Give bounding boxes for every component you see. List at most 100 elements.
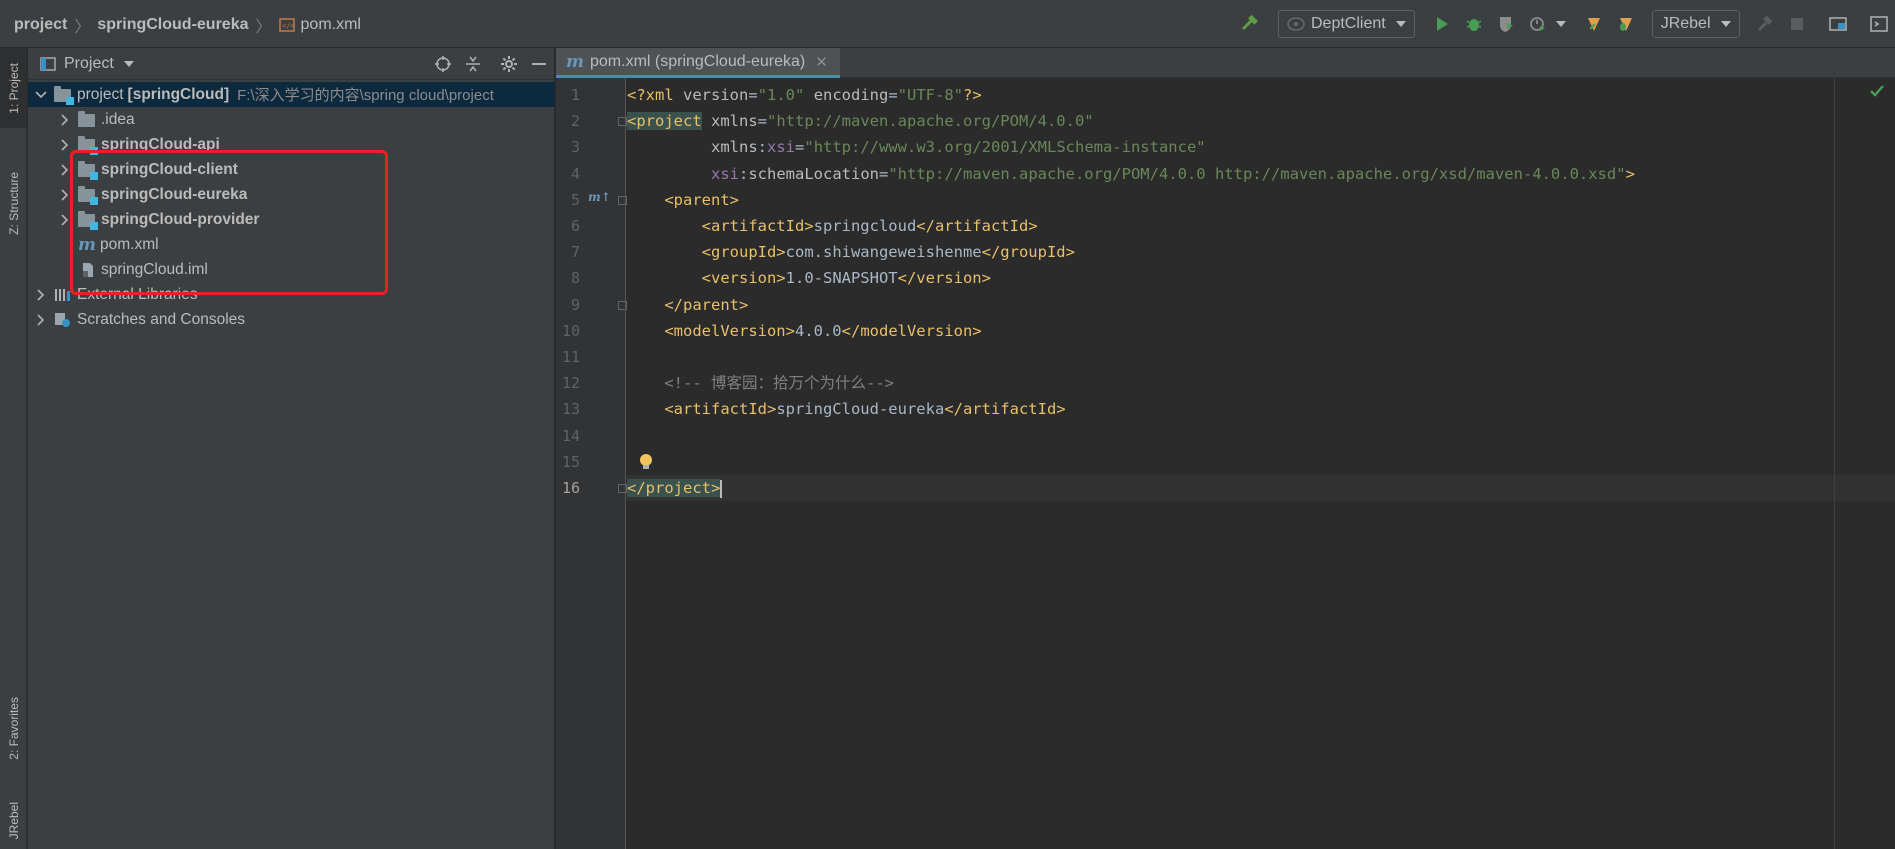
favorites-tool-tab[interactable]: 2: Favorites bbox=[0, 678, 27, 778]
code-line[interactable] bbox=[627, 423, 1895, 449]
line-number[interactable]: 2 bbox=[556, 108, 580, 134]
breadcrumb-file[interactable]: pom.xml bbox=[301, 16, 361, 34]
line-number[interactable]: 16 bbox=[556, 475, 580, 501]
hammer-disabled-icon[interactable] bbox=[1752, 11, 1778, 37]
jrebel-select[interactable]: JRebel bbox=[1651, 10, 1740, 38]
code-line[interactable]: <modelVersion>4.0.0</modelVersion> bbox=[627, 318, 1895, 344]
close-icon[interactable]: ✕ bbox=[815, 53, 828, 71]
build-hammer-icon[interactable] bbox=[1237, 11, 1263, 37]
jrebel-tool-tab[interactable]: JRebel bbox=[0, 793, 27, 849]
project-tool-tab[interactable]: 1: Project bbox=[0, 48, 27, 128]
fold-marker-icon[interactable] bbox=[618, 484, 627, 493]
stop-icon[interactable] bbox=[1784, 11, 1810, 37]
chevron-right-icon[interactable] bbox=[34, 288, 48, 302]
code-line[interactable]: </project> bbox=[627, 475, 1895, 501]
locate-file-icon[interactable] bbox=[428, 48, 458, 80]
editor-tab-pom-xml[interactable]: m pom.xml (springCloud-eureka) ✕ bbox=[556, 48, 840, 78]
no-problems-check-icon[interactable] bbox=[1869, 84, 1885, 101]
line-number[interactable]: 4 bbox=[556, 161, 580, 187]
code-line[interactable]: <project xmlns="http://maven.apache.org/… bbox=[627, 108, 1895, 134]
run-configuration-select[interactable]: DeptClient bbox=[1278, 10, 1415, 38]
debug-icon[interactable] bbox=[1461, 11, 1487, 37]
chevron-down-icon[interactable] bbox=[1554, 11, 1568, 37]
line-number[interactable]: 9 bbox=[556, 292, 580, 318]
tree-item-idea[interactable]: .idea bbox=[28, 107, 555, 132]
line-number[interactable]: 14 bbox=[556, 423, 580, 449]
line-number[interactable]: 5 bbox=[556, 187, 580, 213]
tree-item-scratches[interactable]: Scratches and Consoles bbox=[28, 307, 555, 332]
breadcrumb-module[interactable]: springCloud-eureka bbox=[97, 16, 248, 34]
line-number[interactable]: 10 bbox=[556, 318, 580, 344]
code-line[interactable]: <parent> bbox=[627, 187, 1895, 213]
line-number[interactable]: 13 bbox=[556, 396, 580, 422]
run-with-coverage-icon[interactable] bbox=[1493, 11, 1519, 37]
terminal-icon[interactable] bbox=[1866, 11, 1892, 37]
chevron-down-icon bbox=[123, 60, 134, 67]
code-line[interactable]: <?xml version="1.0" encoding="UTF-8"?> bbox=[627, 82, 1895, 108]
line-number[interactable]: 1 bbox=[556, 82, 580, 108]
favorites-tool-tab-label: 2: Favorites bbox=[6, 696, 21, 760]
jrebel-debug-icon[interactable] bbox=[1613, 11, 1639, 37]
line-number[interactable]: 7 bbox=[556, 239, 580, 265]
editor: m pom.xml (springCloud-eureka) ✕ 1234567… bbox=[556, 48, 1895, 849]
chevron-down-icon[interactable] bbox=[34, 88, 48, 102]
chevron-right-icon[interactable] bbox=[34, 313, 48, 327]
line-number[interactable]: 8 bbox=[556, 265, 580, 291]
collapse-all-icon[interactable] bbox=[458, 48, 488, 80]
maven-parent-gutter-icon[interactable]: m↑ bbox=[588, 190, 611, 204]
code-line[interactable]: <version>1.0-SNAPSHOT</version> bbox=[627, 265, 1895, 291]
code-line[interactable] bbox=[627, 344, 1895, 370]
code-line[interactable]: <artifactId>springcloud</artifactId> bbox=[627, 213, 1895, 239]
code-line[interactable]: <artifactId>springCloud-eureka</artifact… bbox=[627, 396, 1895, 422]
spring-boot-icon bbox=[1287, 17, 1305, 31]
project-panel-title: Project bbox=[64, 54, 114, 72]
tree-item-label: .idea bbox=[101, 110, 135, 128]
code-token: = bbox=[757, 112, 768, 131]
code-line[interactable] bbox=[627, 449, 1895, 475]
chevron-down-icon bbox=[1395, 21, 1406, 27]
project-panel-header[interactable]: Project bbox=[28, 48, 554, 80]
code-token: com.shiwangeweishenme bbox=[785, 243, 982, 262]
project-structure-icon[interactable] bbox=[1825, 11, 1851, 37]
run-icon[interactable] bbox=[1429, 11, 1455, 37]
chevron-right-icon[interactable] bbox=[58, 138, 72, 152]
fold-marker-icon[interactable] bbox=[618, 300, 627, 310]
code-line[interactable]: <groupId>com.shiwangeweishenme</groupId> bbox=[627, 239, 1895, 265]
code-line[interactable]: <!-- 博客园：拾万个为什么--> bbox=[627, 370, 1895, 396]
tree-root-project[interactable]: project [springCloud] F:\深入学习的内容\spring … bbox=[28, 82, 555, 107]
right-margin-divider bbox=[1834, 78, 1835, 849]
line-number[interactable]: 12 bbox=[556, 370, 580, 396]
code-line[interactable]: xsi:schemaLocation="http://maven.apache.… bbox=[627, 161, 1895, 187]
line-number[interactable]: 6 bbox=[556, 213, 580, 239]
line-number[interactable]: 11 bbox=[556, 344, 580, 370]
breadcrumb-project[interactable]: project bbox=[14, 16, 67, 34]
code-area[interactable]: <?xml version="1.0" encoding="UTF-8"?> <p… bbox=[627, 78, 1895, 849]
structure-tool-tab[interactable]: Z: Structure bbox=[0, 148, 27, 258]
code-token: xmlns bbox=[711, 138, 758, 157]
code-token: 1.0-SNAPSHOT bbox=[785, 269, 898, 288]
code-line[interactable]: </parent> bbox=[627, 292, 1895, 318]
jrebel-run-icon[interactable] bbox=[1581, 11, 1607, 37]
fold-marker-icon[interactable] bbox=[618, 117, 627, 127]
profiler-icon[interactable] bbox=[1525, 11, 1551, 37]
chevron-right-icon[interactable] bbox=[58, 113, 72, 127]
breadcrumb-separator: 〉 bbox=[74, 19, 91, 36]
gear-icon[interactable] bbox=[494, 48, 524, 80]
code-line[interactable]: xmlns:xsi="http://www.w3.org/2001/XMLSch… bbox=[627, 134, 1895, 160]
hide-panel-icon[interactable] bbox=[524, 48, 554, 80]
line-number[interactable]: 15 bbox=[556, 449, 580, 475]
code-token: "http://maven.apache.org/POM/4.0.0" bbox=[767, 112, 1094, 131]
code-token: "UTF-8" bbox=[897, 86, 964, 104]
fold-marker-icon[interactable] bbox=[618, 195, 627, 205]
code-token: xmlns bbox=[711, 112, 758, 131]
line-number[interactable]: 3 bbox=[556, 134, 580, 160]
lightbulb-icon[interactable] bbox=[639, 453, 653, 474]
navigation-bar: project 〉 springCloud-eureka 〉 </> pom.x… bbox=[0, 0, 1895, 48]
project-tool-tab-label: 1: Project bbox=[6, 62, 21, 114]
